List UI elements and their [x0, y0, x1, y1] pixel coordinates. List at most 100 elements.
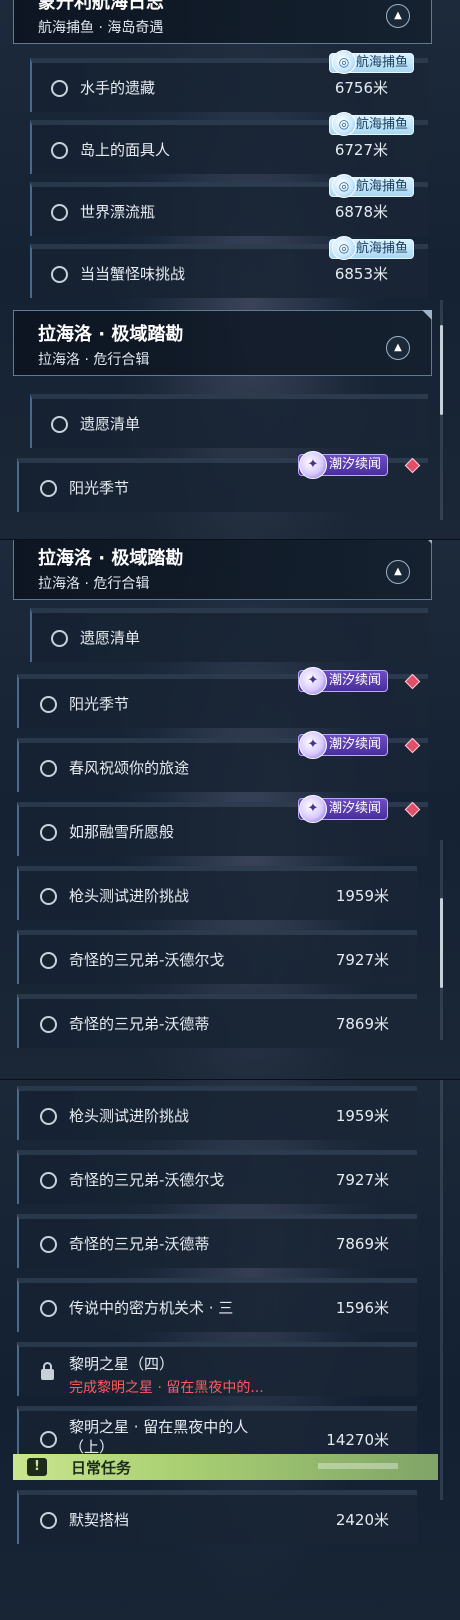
- scrollbar-thumb[interactable]: [440, 898, 443, 988]
- quest-name: 奇怪的三兄弟-沃德尔戈: [69, 1171, 225, 1189]
- fish-tag: ◎ 航海捕鱼: [328, 236, 414, 260]
- quest-name: 春风祝颂你的旅途: [69, 759, 190, 777]
- radio-icon[interactable]: [40, 1300, 57, 1317]
- quest-distance: 1596米: [335, 1299, 389, 1317]
- quest-group-header-lahailuo[interactable]: 拉海洛 · 极域踏勘 拉海洛 · 危行合辑 ▲: [13, 310, 432, 376]
- quest-row[interactable]: 奇怪的三兄弟-沃德尔戈 7927米: [17, 930, 417, 984]
- radio-icon[interactable]: [40, 1108, 57, 1125]
- tide-tag-label: 潮汐续闻: [328, 457, 381, 472]
- radio-icon[interactable]: [51, 630, 68, 647]
- quest-row[interactable]: 岛上的面具人 6727米 ◎ 航海捕鱼: [30, 112, 428, 174]
- radio-icon[interactable]: [40, 1431, 57, 1448]
- quest-row[interactable]: 传说中的密方机关术 · 三 1596米: [17, 1278, 417, 1332]
- quest-row[interactable]: 当当蟹怪味挑战 6853米 ◎ 航海捕鱼: [30, 236, 428, 298]
- radio-icon[interactable]: [40, 696, 57, 713]
- scrollbar-thumb[interactable]: [440, 325, 443, 415]
- radio-icon[interactable]: [40, 888, 57, 905]
- quest-name: 如那融雪所愿般: [69, 823, 175, 841]
- quest-group-title: 蒙升利航海日志: [38, 0, 164, 13]
- tide-tag-label: 潮汐续闻: [328, 673, 381, 688]
- quest-name: 奇怪的三兄弟-沃德尔戈: [69, 951, 225, 969]
- quest-row[interactable]: 枪头测试进阶挑战 1959米: [17, 1086, 417, 1140]
- quest-row[interactable]: 默契搭档 2420米: [17, 1490, 417, 1544]
- quest-name: 遗愿清单: [80, 629, 141, 647]
- quest-distance: 6853米: [334, 265, 388, 283]
- radio-icon[interactable]: [40, 480, 57, 497]
- chevron-up-icon[interactable]: ▲: [386, 336, 410, 360]
- quest-distance: 1959米: [335, 1107, 389, 1125]
- fish-badge-icon: ◎: [331, 50, 356, 74]
- quest-row[interactable]: 遗愿清单: [30, 608, 428, 662]
- tide-tag: ✦ 潮汐续闻: [297, 795, 388, 823]
- scrollbar-track[interactable]: [440, 1080, 443, 1500]
- quest-row[interactable]: 春风祝颂你的旅途 ✦ 潮汐续闻: [17, 731, 428, 792]
- quest-distance: 14270米: [326, 1431, 389, 1449]
- chevron-up-icon[interactable]: ▲: [386, 4, 410, 28]
- quest-distance: 2420米: [335, 1511, 389, 1529]
- radio-icon[interactable]: [40, 952, 57, 969]
- tide-tag: ✦ 潮汐续闻: [297, 451, 388, 479]
- radio-icon[interactable]: [40, 1172, 57, 1189]
- radio-icon[interactable]: [40, 824, 57, 841]
- new-marker-icon: [404, 801, 421, 818]
- quest-distance: 7927米: [335, 951, 389, 969]
- tide-badge-icon: ✦: [298, 731, 327, 759]
- radio-icon[interactable]: [40, 1236, 57, 1253]
- quest-group-subtitle: 航海捕鱼 · 海岛奇遇: [38, 20, 164, 36]
- radio-icon[interactable]: [51, 416, 68, 433]
- quest-name: 岛上的面具人: [80, 141, 171, 159]
- quest-group-subtitle: 拉海洛 · 危行合辑: [38, 576, 150, 592]
- quest-group-header-lahailuo[interactable]: 拉海洛 · 极域踏勘 拉海洛 · 危行合辑 ▲: [13, 540, 432, 600]
- quest-name: 奇怪的三兄弟-沃德蒂: [69, 1015, 210, 1033]
- tide-badge-icon: ✦: [298, 667, 327, 695]
- quest-distance: 7869米: [335, 1235, 389, 1253]
- quest-name-line1: 黎明之星 · 留在黑夜中的人: [69, 1418, 249, 1436]
- quest-row[interactable]: 枪头测试进阶挑战 1959米: [17, 866, 417, 920]
- radio-icon[interactable]: [51, 266, 68, 283]
- new-marker-icon: [404, 673, 421, 690]
- radio-icon[interactable]: [40, 1016, 57, 1033]
- tide-tag-label: 潮汐续闻: [328, 801, 381, 816]
- quest-row[interactable]: 阳光季节 ✦ 潮汐续闻: [17, 451, 428, 512]
- quest-name: 水手的遗藏: [80, 79, 156, 97]
- quest-row[interactable]: 阳光季节 ✦ 潮汐续闻: [17, 667, 428, 728]
- unlock-requirement: 完成黎明之星 · 留在黑夜中的...: [69, 1380, 264, 1396]
- quest-group-title: 拉海洛 · 极域踏勘: [38, 324, 184, 345]
- quest-row[interactable]: 水手的遗藏 6756米 ◎ 航海捕鱼: [30, 50, 428, 112]
- new-marker-icon: [404, 737, 421, 754]
- locked-quest-row[interactable]: 黎明之星（四） 完成黎明之星 · 留在黑夜中的...: [17, 1342, 417, 1396]
- radio-icon[interactable]: [51, 204, 68, 221]
- fish-tag-label: 航海捕鱼: [355, 117, 408, 132]
- radio-icon[interactable]: [40, 760, 57, 777]
- fish-badge-icon: ◎: [331, 112, 356, 136]
- tide-tag: ✦ 潮汐续闻: [297, 731, 388, 759]
- daily-tasks-label: 日常任务: [71, 1459, 132, 1477]
- quest-row[interactable]: 遗愿清单: [30, 394, 428, 448]
- quest-group-subtitle: 拉海洛 · 危行合辑: [38, 352, 150, 368]
- fish-tag-label: 航海捕鱼: [355, 55, 408, 70]
- quest-distance: 6756米: [334, 79, 388, 97]
- daily-tasks-header[interactable]: ! 日常任务: [13, 1454, 438, 1480]
- chevron-up-icon[interactable]: ▲: [386, 560, 410, 584]
- quest-row[interactable]: 世界漂流瓶 6878米 ◎ 航海捕鱼: [30, 174, 428, 236]
- quest-row[interactable]: 奇怪的三兄弟-沃德蒂 7869米: [17, 1214, 417, 1268]
- radio-icon[interactable]: [40, 1512, 57, 1529]
- fish-badge-icon: ◎: [331, 174, 356, 198]
- fish-badge-icon: ◎: [331, 236, 356, 260]
- tide-tag: ✦ 潮汐续闻: [297, 667, 388, 695]
- radio-icon[interactable]: [51, 80, 68, 97]
- quest-group-title: 拉海洛 · 极域踏勘: [38, 548, 184, 569]
- quest-row[interactable]: 奇怪的三兄弟-沃德蒂 7869米: [17, 994, 417, 1048]
- quest-name: 枪头测试进阶挑战: [69, 1107, 190, 1125]
- radio-icon[interactable]: [51, 142, 68, 159]
- quest-row[interactable]: 奇怪的三兄弟-沃德尔戈 7927米: [17, 1150, 417, 1204]
- quest-name: 阳光季节: [69, 479, 130, 497]
- quest-distance: 6727米: [334, 141, 388, 159]
- quest-list-panel-2: 拉海洛 · 极域踏勘 拉海洛 · 危行合辑 ▲ 遗愿清单 阳光季节 ✦ 潮汐续闻 …: [0, 540, 460, 1080]
- quest-distance: 7869米: [335, 1015, 389, 1033]
- quest-distance: 1959米: [335, 887, 389, 905]
- quest-name: 奇怪的三兄弟-沃德蒂: [69, 1235, 210, 1253]
- quest-row[interactable]: 如那融雪所愿般 ✦ 潮汐续闻: [17, 795, 428, 856]
- tide-badge-icon: ✦: [298, 451, 327, 479]
- quest-group-header-sailing[interactable]: 蒙升利航海日志 航海捕鱼 · 海岛奇遇 ▲: [13, 0, 432, 44]
